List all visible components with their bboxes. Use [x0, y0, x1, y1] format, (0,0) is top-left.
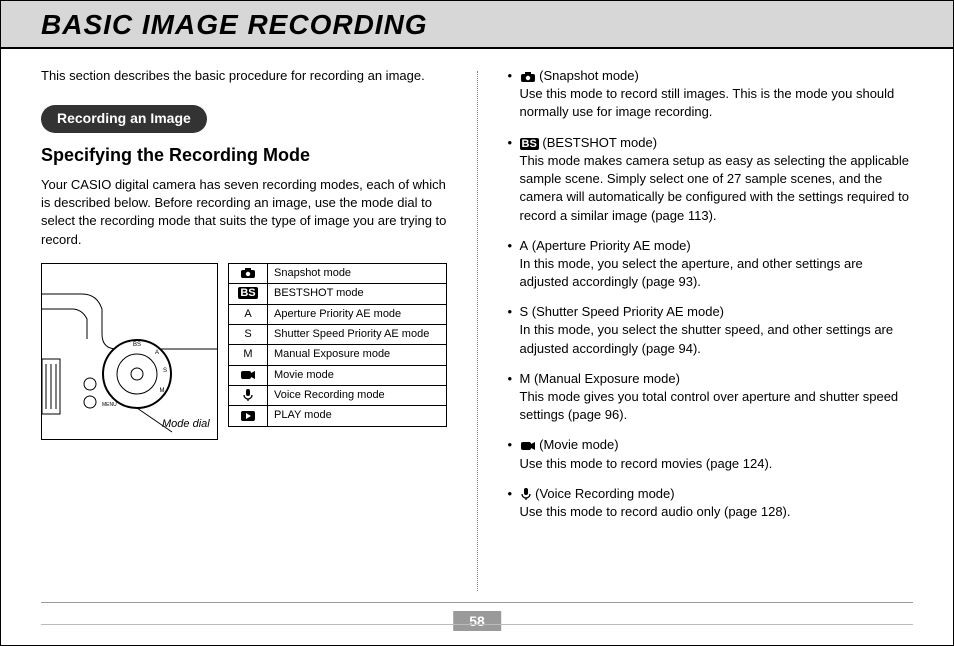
mode-label-cell: Aperture Priority AE mode: [268, 304, 447, 324]
mode-bullet-name: (Voice Recording mode): [535, 486, 674, 501]
mode-bullet-icon: [520, 486, 532, 501]
mode-icon-cell: [229, 386, 268, 406]
mode-dial-caption: Mode dial: [162, 417, 210, 432]
mode-bullet: (Snapshot mode) Use this mode to record s…: [508, 67, 914, 122]
page-header: BASIC IMAGE RECORDING: [1, 1, 953, 49]
mode-bullet: M (Manual Exposure mode) This mode gives …: [508, 370, 914, 425]
page-number: 58: [453, 611, 501, 631]
mode-label-cell: PLAY mode: [268, 406, 447, 426]
mode-bullet-icon: M: [520, 371, 531, 386]
mode-icon-cell: A: [229, 304, 268, 324]
svg-text:M: M: [160, 388, 165, 394]
footer-rule-1: [41, 602, 913, 603]
mode-label-cell: Movie mode: [268, 365, 447, 385]
mode-icon-cell: [229, 263, 268, 283]
mode-label-cell: Voice Recording mode: [268, 386, 447, 406]
column-divider: [477, 71, 478, 591]
mode-bullet-desc: This mode gives you total control over a…: [520, 389, 899, 422]
mode-table-row: Movie mode: [229, 365, 447, 385]
mode-bullet: BS (BESTSHOT mode) This mode makes camera…: [508, 134, 914, 225]
mode-bullet-list: (Snapshot mode) Use this mode to record s…: [508, 67, 914, 521]
section-pill: Recording an Image: [41, 105, 207, 133]
mode-label-cell: Manual Exposure mode: [268, 345, 447, 365]
mode-bullet-name: (Aperture Priority AE mode): [532, 238, 691, 253]
mode-table-row: PLAY mode: [229, 406, 447, 426]
mode-icon-cell: BS: [229, 284, 268, 304]
camera-svg: BS A S M MENU: [42, 264, 217, 439]
mode-bullet: S (Shutter Speed Priority AE mode) In thi…: [508, 303, 914, 358]
mode-bullet: A (Aperture Priority AE mode) In this mod…: [508, 237, 914, 292]
section-heading: Specifying the Recording Mode: [41, 143, 447, 168]
page-title: BASIC IMAGE RECORDING: [41, 9, 913, 41]
mode-icon-cell: [229, 365, 268, 385]
mode-bullet-desc: Use this mode to record still images. Th…: [520, 86, 895, 119]
left-column: This section describes the basic procedu…: [41, 67, 447, 591]
mode-bullet-desc: Use this mode to record audio only (page…: [520, 504, 791, 519]
mode-bullet-desc: In this mode, you select the aperture, a…: [520, 256, 863, 289]
mode-figure: BS A S M MENU Mode dial Snapshot modeBSB…: [41, 263, 447, 440]
mode-bullet-icon: S: [520, 304, 529, 319]
mode-label-cell: BESTSHOT mode: [268, 284, 447, 304]
camera-illustration: BS A S M MENU Mode dial: [41, 263, 218, 440]
svg-text:BS: BS: [133, 342, 141, 348]
mode-bullet: (Voice Recording mode) Use this mode to r…: [508, 485, 914, 521]
mode-table-row: MManual Exposure mode: [229, 345, 447, 365]
svg-text:MENU: MENU: [102, 402, 117, 408]
section-paragraph: Your CASIO digital camera has seven reco…: [41, 176, 447, 249]
footer-rule-2: [41, 624, 913, 625]
content-body: This section describes the basic procedu…: [1, 49, 953, 591]
mode-bullet-name: (BESTSHOT mode): [542, 135, 657, 150]
mode-bullet-name: (Movie mode): [539, 437, 618, 452]
mode-icon-cell: S: [229, 324, 268, 344]
mode-bullet-name: (Shutter Speed Priority AE mode): [532, 304, 724, 319]
mode-bullet-desc: Use this mode to record movies (page 124…: [520, 456, 773, 471]
mode-bullet: (Movie mode) Use this mode to record movi…: [508, 436, 914, 472]
mode-table-row: Voice Recording mode: [229, 386, 447, 406]
mode-table: Snapshot modeBSBESTSHOT modeAAperture Pr…: [228, 263, 447, 427]
mode-table-row: BSBESTSHOT mode: [229, 284, 447, 304]
right-column: (Snapshot mode) Use this mode to record s…: [508, 67, 914, 591]
mode-bullet-desc: In this mode, you select the shutter spe…: [520, 322, 894, 355]
mode-bullet-icon: A: [520, 238, 529, 253]
mode-bullet-icon: BS: [520, 135, 539, 150]
svg-text:S: S: [163, 368, 167, 374]
mode-icon-cell: [229, 406, 268, 426]
mode-table-row: SShutter Speed Priority AE mode: [229, 324, 447, 344]
mode-bullet-icon: [520, 68, 536, 83]
mode-bullet-desc: This mode makes camera setup as easy as …: [520, 153, 909, 223]
mode-bullet-icon: [520, 437, 536, 452]
mode-table-row: AAperture Priority AE mode: [229, 304, 447, 324]
svg-text:A: A: [155, 350, 159, 356]
mode-table-row: Snapshot mode: [229, 263, 447, 283]
mode-bullet-name: (Manual Exposure mode): [534, 371, 680, 386]
mode-label-cell: Shutter Speed Priority AE mode: [268, 324, 447, 344]
mode-icon-cell: M: [229, 345, 268, 365]
mode-bullet-name: (Snapshot mode): [539, 68, 639, 83]
intro-text: This section describes the basic procedu…: [41, 67, 447, 85]
mode-label-cell: Snapshot mode: [268, 263, 447, 283]
